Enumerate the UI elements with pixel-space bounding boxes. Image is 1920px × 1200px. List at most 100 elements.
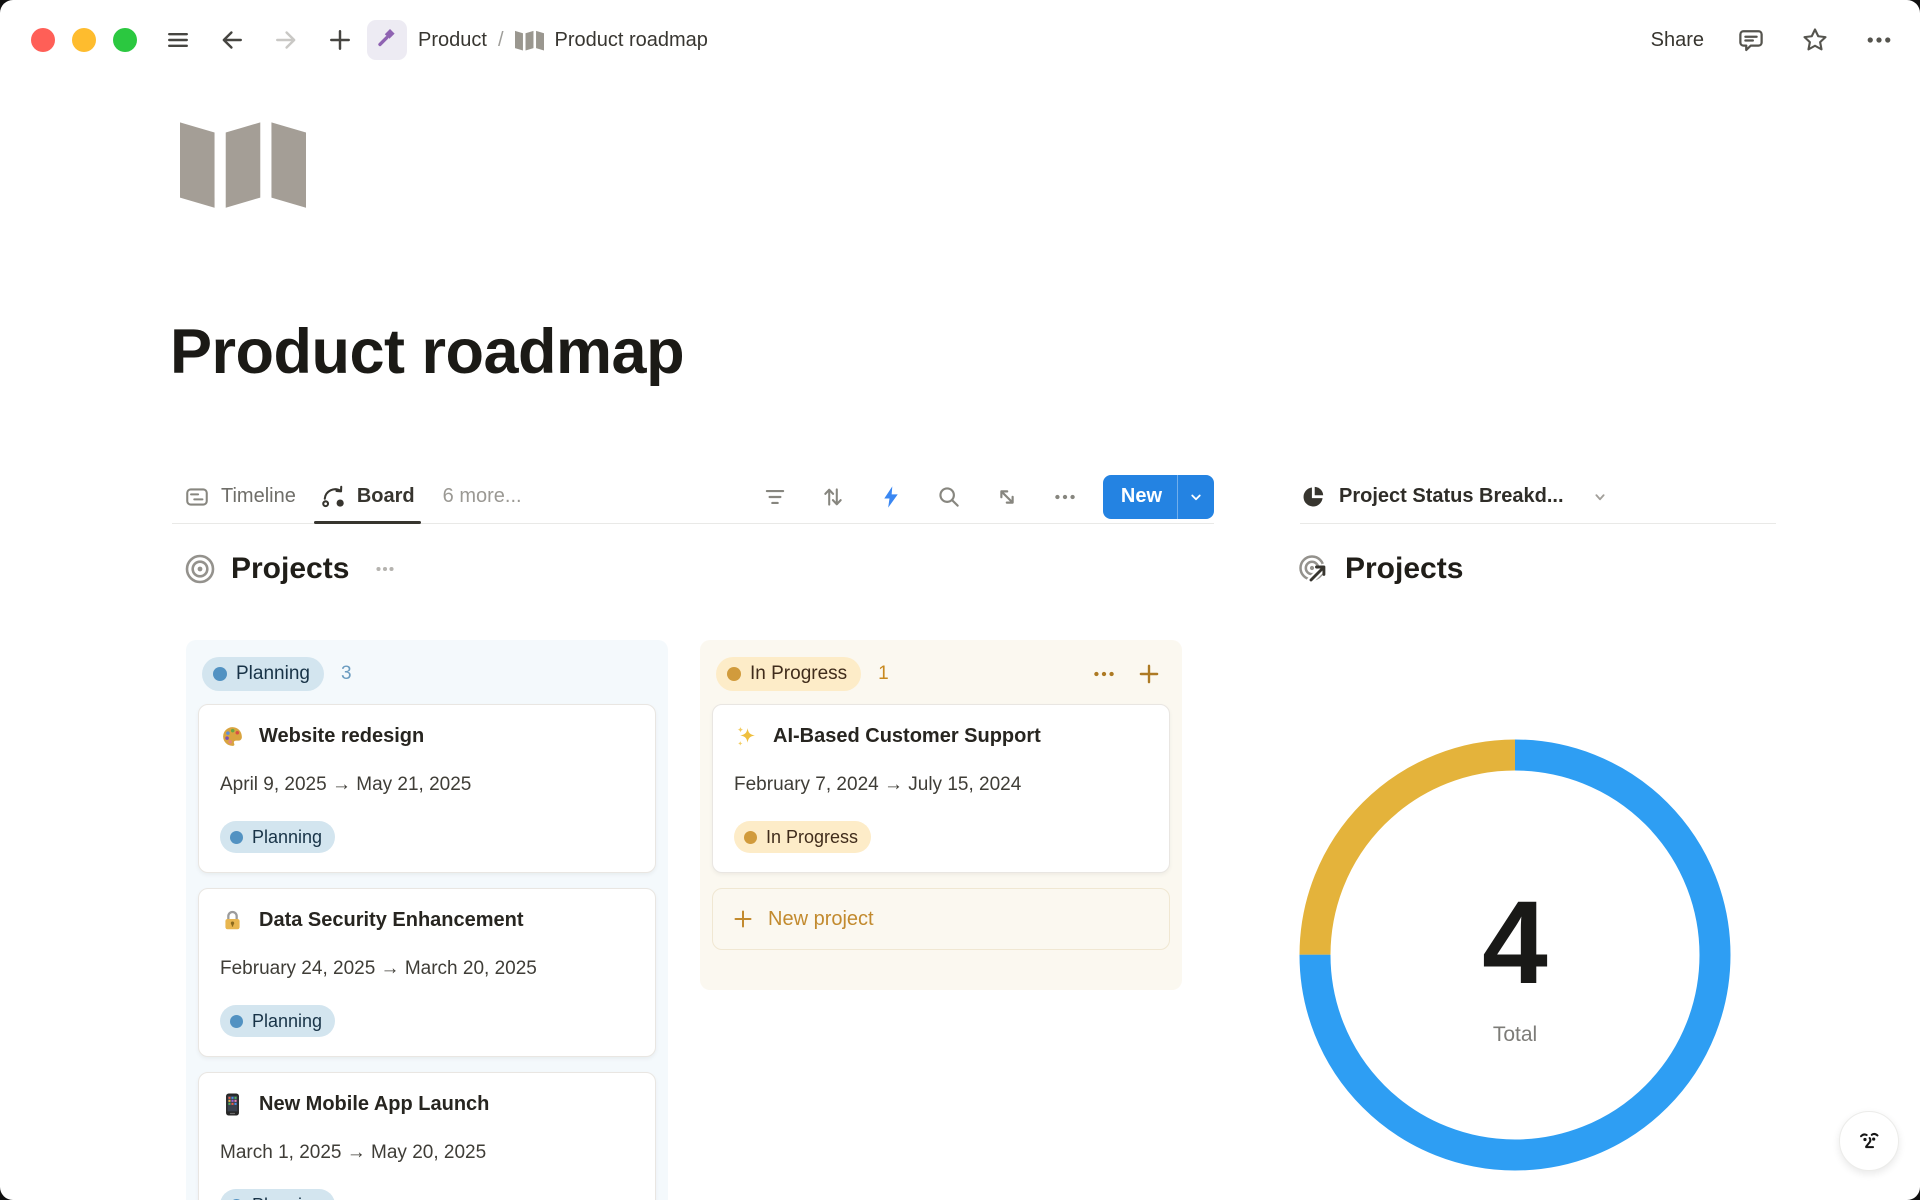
- filter-icon[interactable]: [761, 483, 789, 511]
- titlebar: Product / Product roadmap Share: [0, 0, 1920, 80]
- chart-section-heading: Projects: [1298, 552, 1463, 586]
- card-status-pill: Planning: [220, 1005, 335, 1037]
- card-status-label: Planning: [252, 827, 322, 848]
- minimize-window-button[interactable]: [72, 28, 96, 52]
- card-title: AI-Based Customer Support: [773, 725, 1041, 748]
- view-bar: Timeline Board 6 more...: [172, 470, 1214, 524]
- share-button[interactable]: Share: [1651, 29, 1704, 52]
- board-column-planning: Planning 3 Website redesign April 9, 202…: [186, 640, 668, 1200]
- more-options-icon[interactable]: [1862, 23, 1896, 57]
- card-status-label: In Progress: [766, 827, 858, 848]
- expand-icon[interactable]: [993, 483, 1021, 511]
- view-tabs: Timeline Board: [172, 470, 427, 523]
- chevron-down-icon: [1589, 486, 1611, 508]
- right-panel-header: Project Status Breakd...: [1300, 470, 1776, 524]
- teamspace-chip[interactable]: [367, 20, 407, 60]
- section-more-icon[interactable]: [372, 556, 398, 582]
- forward-arrow-icon[interactable]: [269, 23, 303, 57]
- card-website-redesign[interactable]: Website redesign April 9, 2025 → May 21,…: [198, 704, 656, 873]
- view-more-icon[interactable]: [1051, 483, 1079, 511]
- status-pill-label: In Progress: [750, 663, 847, 685]
- card-date-range: February 24, 2025 → March 20, 2025: [220, 958, 634, 980]
- new-project-label: New project: [768, 908, 874, 931]
- board-section-title: Projects: [231, 552, 349, 586]
- donut-chart: 4 Total: [1295, 735, 1735, 1175]
- palette-icon: [220, 724, 245, 749]
- favorite-star-icon[interactable]: [1798, 23, 1832, 57]
- sidebar-toggle-icon[interactable]: [161, 23, 195, 57]
- new-project-button[interactable]: New project: [712, 888, 1170, 950]
- status-dot: [230, 831, 243, 844]
- search-icon[interactable]: [935, 483, 963, 511]
- card-data-security[interactable]: Data Security Enhancement February 24, 2…: [198, 888, 656, 1057]
- page-icon-map[interactable]: [180, 114, 306, 215]
- column-header-in-progress: In Progress 1: [712, 652, 1170, 704]
- more-views-button[interactable]: 6 more...: [443, 485, 522, 508]
- titlebar-actions: Share: [1651, 0, 1896, 80]
- target-icon: [184, 553, 216, 585]
- mobile-phone-icon: [220, 1092, 245, 1117]
- board-column-in-progress: In Progress 1 AI-Based Customer Support …: [700, 640, 1182, 990]
- map-icon: [515, 29, 544, 51]
- chart-total-value: 4: [1482, 875, 1548, 1011]
- new-button[interactable]: New: [1103, 485, 1177, 508]
- notion-ai-face-icon: [1852, 1124, 1886, 1158]
- app-window: Product / Product roadmap Share Product …: [0, 0, 1920, 1200]
- right-panel-view-switcher[interactable]: Project Status Breakd...: [1300, 484, 1611, 510]
- card-status-label: Planning: [252, 1011, 322, 1032]
- status-dot: [727, 667, 741, 681]
- comments-icon[interactable]: [1734, 23, 1768, 57]
- hammer-icon: [375, 25, 399, 55]
- card-mobile-app-launch[interactable]: New Mobile App Launch March 1, 2025 → Ma…: [198, 1072, 656, 1200]
- card-status-pill: Planning: [220, 821, 335, 853]
- breadcrumb: Product / Product roadmap: [367, 20, 708, 60]
- tab-timeline-label: Timeline: [221, 485, 296, 508]
- column-header-planning: Planning 3: [198, 652, 656, 704]
- notion-ai-button[interactable]: [1839, 1111, 1899, 1171]
- pie-chart-icon: [1300, 484, 1326, 510]
- titlebar-nav: [161, 23, 357, 57]
- view-toolbar: [761, 483, 1079, 511]
- board-icon: [320, 484, 346, 510]
- chart-section-title: Projects: [1345, 552, 1463, 586]
- status-pill-in-progress: In Progress: [716, 657, 861, 691]
- card-status-label: Planning: [252, 1195, 322, 1200]
- traffic-lights: [31, 28, 137, 52]
- status-pill-label: Planning: [236, 663, 310, 685]
- sparkles-icon: [734, 724, 759, 749]
- card-ai-customer-support[interactable]: AI-Based Customer Support February 7, 20…: [712, 704, 1170, 873]
- page-title[interactable]: Product roadmap: [170, 316, 684, 388]
- new-button-dropdown[interactable]: [1178, 488, 1214, 506]
- column-add-icon[interactable]: [1136, 661, 1162, 687]
- timeline-icon: [184, 484, 210, 510]
- new-tab-plus-icon[interactable]: [323, 23, 357, 57]
- tab-board[interactable]: Board: [308, 470, 427, 523]
- new-button-group: New: [1103, 475, 1214, 519]
- breadcrumb-separator: /: [498, 29, 504, 52]
- board-section-heading: Projects: [184, 552, 398, 586]
- target-arrow-icon: [1298, 553, 1330, 585]
- card-title: Website redesign: [259, 725, 424, 748]
- zoom-window-button[interactable]: [113, 28, 137, 52]
- sort-icon[interactable]: [819, 483, 847, 511]
- back-arrow-icon[interactable]: [215, 23, 249, 57]
- automation-bolt-icon[interactable]: [877, 483, 905, 511]
- card-status-pill: Planning: [220, 1189, 335, 1200]
- card-date-range: March 1, 2025 → May 20, 2025: [220, 1142, 634, 1164]
- close-window-button[interactable]: [31, 28, 55, 52]
- column-count: 3: [341, 663, 352, 685]
- status-dot: [744, 831, 757, 844]
- chart-total-label: Total: [1493, 1023, 1537, 1047]
- breadcrumb-page[interactable]: Product roadmap: [555, 29, 708, 52]
- right-panel-title: Project Status Breakd...: [1339, 485, 1564, 508]
- breadcrumb-teamspace[interactable]: Product: [418, 29, 487, 52]
- lock-icon: [220, 908, 245, 933]
- column-more-icon[interactable]: [1091, 661, 1117, 687]
- card-title: Data Security Enhancement: [259, 909, 524, 932]
- status-pill-planning: Planning: [202, 657, 324, 691]
- card-date-range: April 9, 2025 → May 21, 2025: [220, 774, 634, 796]
- card-date-range: February 7, 2024 → July 15, 2024: [734, 774, 1148, 796]
- status-dot: [213, 667, 227, 681]
- tab-timeline[interactable]: Timeline: [172, 470, 308, 523]
- column-count: 1: [878, 663, 889, 685]
